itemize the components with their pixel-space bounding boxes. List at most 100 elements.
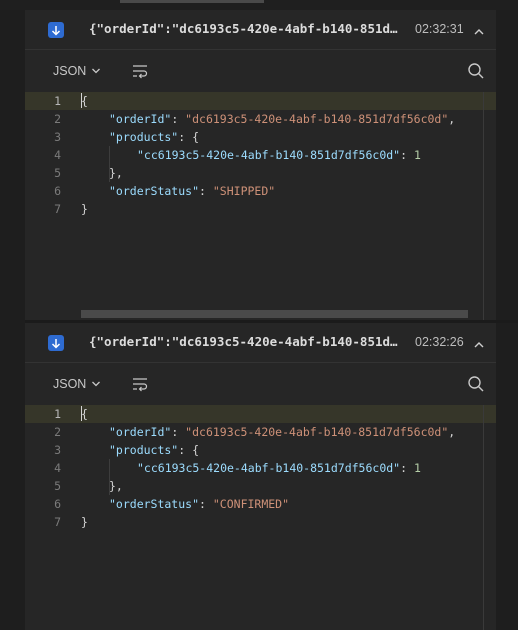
code-line: 4 "cc6193c5-420e-4abf-b140-851d7df56c0d":…: [25, 146, 496, 164]
code-editor[interactable]: 7} 6 "orderStatus": "CONFIRMED" 5}, 4 "cc6193…: [25, 405, 496, 630]
line-number: 2: [54, 425, 61, 439]
message-toolbar: JSON: [25, 50, 496, 92]
code-token: }: [81, 202, 88, 216]
chevron-up-icon[interactable]: [473, 23, 487, 37]
code-token: :: [171, 112, 186, 126]
code-text: "orderStatus": "SHIPPED": [109, 182, 275, 200]
line-number: 5: [54, 166, 61, 180]
code-token: : {: [178, 130, 200, 144]
code-token: 1: [413, 461, 421, 475]
code-line: 7}: [25, 513, 496, 531]
code-text: }: [81, 200, 88, 218]
code-token: :: [199, 497, 213, 511]
code-line: 6 "orderStatus": "CONFIRMED": [25, 495, 496, 513]
line-number: 7: [54, 515, 61, 529]
vertical-scrollbar[interactable]: [483, 92, 484, 320]
chevron-down-icon: [92, 68, 101, 74]
message-header[interactable]: {"orderId":"dc6193c5-420e-4abf-b140-851d…: [25, 323, 496, 363]
code-text: "orderStatus": "CONFIRMED": [109, 495, 289, 513]
code-text: "cc6193c5-420e-4abf-b140-851d7df56c0d": …: [137, 146, 421, 164]
code-line: 7}: [25, 200, 496, 218]
horizontal-scrollbar[interactable]: [81, 310, 468, 318]
top-scrollbar[interactable]: [120, 0, 264, 3]
line-number: 4: [54, 461, 61, 475]
code-text: {: [81, 92, 88, 110]
word-wrap-icon[interactable]: [131, 376, 149, 392]
code-token: "orderStatus": [109, 184, 200, 198]
code-token: 1: [413, 148, 421, 162]
search-icon[interactable]: [467, 375, 485, 393]
code-token: "dc6193c5-420e-4abf-b140-851d7df56c0d": [185, 425, 449, 439]
code-text: "orderId": "dc6193c5-420e-4abf-b140-851d…: [109, 423, 455, 441]
code-token: "cc6193c5-420e-4abf-b140-851d7df56c0d": [137, 461, 401, 475]
arrow-down-icon: [48, 22, 64, 38]
line-number: 6: [54, 184, 61, 198]
line-number: 7: [54, 202, 61, 216]
text-cursor: [81, 406, 82, 421]
format-dropdown[interactable]: JSON: [53, 64, 101, 78]
line-number: 1: [54, 407, 61, 421]
format-label: JSON: [53, 64, 87, 78]
code-token: ,: [448, 425, 456, 439]
code-line: 2 "orderId": "dc6193c5-420e-4abf-b140-851…: [25, 423, 496, 441]
right-gutter: [496, 323, 518, 630]
code-token: "orderStatus": [109, 497, 200, 511]
message-toolbar: JSON: [25, 363, 496, 405]
code-editor[interactable]: 7} 6 "orderStatus": "SHIPPED" 5}, 4 "cc6193c5…: [25, 92, 496, 320]
line-number: 1: [54, 94, 61, 108]
left-rail: [0, 10, 25, 630]
text-cursor: [81, 93, 82, 108]
code-token: {: [81, 94, 88, 108]
code-text: },: [109, 164, 123, 182]
code-line: 1{: [25, 405, 496, 423]
code-text: }: [81, 513, 88, 531]
message-title: {"orderId":"dc6193c5-420e-4abf-b140-851d…: [89, 21, 399, 36]
code-token: },: [109, 479, 123, 493]
message-title: {"orderId":"dc6193c5-420e-4abf-b140-851d…: [89, 334, 398, 349]
format-dropdown[interactable]: JSON: [53, 377, 101, 391]
code-text: {: [81, 405, 88, 423]
code-text: "cc6193c5-420e-4abf-b140-851d7df56c0d": …: [137, 459, 421, 477]
arrow-down-icon: [48, 335, 64, 351]
code-token: "products": [109, 443, 179, 457]
message-time: 02:32:31: [415, 22, 464, 36]
code-token: "SHIPPED": [212, 184, 276, 198]
code-line: 4 "cc6193c5-420e-4abf-b140-851d7df56c0d":…: [25, 459, 496, 477]
code-text: },: [109, 477, 123, 495]
message-viewer: {"orderId":"dc6193c5-420e-4abf-b140-851d…: [0, 0, 518, 630]
code-line: 6 "orderStatus": "SHIPPED": [25, 182, 496, 200]
code-token: :: [171, 425, 186, 439]
format-label: JSON: [53, 377, 87, 391]
line-number: 2: [54, 112, 61, 126]
code-token: : {: [178, 443, 200, 457]
message-header[interactable]: {"orderId":"dc6193c5-420e-4abf-b140-851d…: [25, 10, 496, 50]
code-line: 1{: [25, 92, 496, 110]
line-number: 5: [54, 479, 61, 493]
indent-guide: [109, 146, 110, 182]
code-text: "products": {: [109, 128, 199, 146]
code-text: "orderId": "dc6193c5-420e-4abf-b140-851d…: [109, 110, 455, 128]
right-gutter: [496, 10, 518, 320]
code-line: 5},: [25, 477, 496, 495]
chevron-up-icon[interactable]: [473, 336, 487, 350]
line-number: 6: [54, 497, 61, 511]
indent-guide: [109, 459, 110, 495]
vertical-scrollbar[interactable]: [483, 405, 484, 630]
line-number: 3: [54, 443, 61, 457]
code-line: 2 "orderId": "dc6193c5-420e-4abf-b140-851…: [25, 110, 496, 128]
code-token: ,: [448, 112, 456, 126]
code-token: {: [81, 407, 88, 421]
code-token: }: [81, 515, 88, 529]
code-line: 3 "products": {: [25, 441, 496, 459]
code-text: "products": {: [109, 441, 199, 459]
message-card: {"orderId":"dc6193c5-420e-4abf-b140-851d…: [25, 323, 496, 630]
line-number: 4: [54, 148, 61, 162]
code-line: 5},: [25, 164, 496, 182]
search-icon[interactable]: [467, 62, 485, 80]
message-time: 02:32:26: [415, 335, 464, 349]
code-token: :: [400, 148, 414, 162]
word-wrap-icon[interactable]: [131, 63, 149, 79]
code-token: "orderId": [109, 425, 172, 439]
code-token: },: [109, 166, 123, 180]
code-token: "orderId": [109, 112, 172, 126]
